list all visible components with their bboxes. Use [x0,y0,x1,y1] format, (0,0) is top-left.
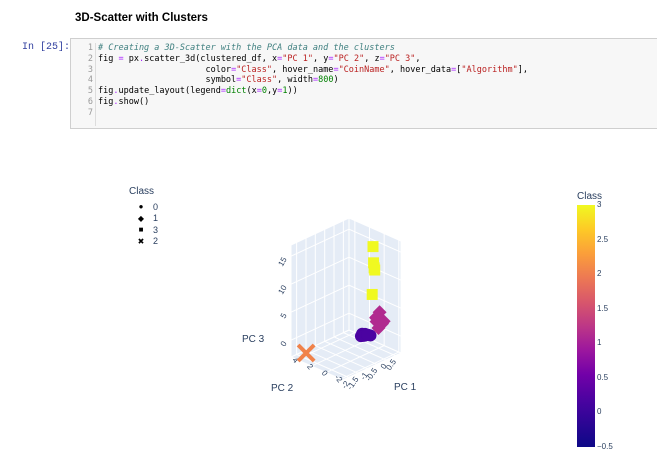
code-token: "PC 2" [333,53,365,64]
z-tick-label: 5 [279,311,289,320]
code-line: fig.show() [98,97,528,108]
code-token: ], [517,64,528,75]
code-token: "PC 1" [282,53,313,64]
data-point-class-3[interactable] [369,264,381,276]
colorbar-tick: 3 [597,200,602,209]
markdown-heading: 3D-Scatter with Clusters [75,12,208,24]
code-token: fig [98,53,119,64]
code-token: , hover_name [272,64,334,75]
colorbar [577,205,595,447]
y-axis-title: PC 2 [271,383,294,394]
line-number: 7 [87,107,93,118]
code-cell[interactable]: 1234567 # Creating a 3D-Scatter with the… [70,38,657,129]
line-number: 6 [87,96,93,107]
code-line: # Creating a 3D-Scatter with the PCA dat… [98,43,528,54]
colorbar-tick: −0.5 [597,442,613,451]
z-tick-label: 0 [279,339,289,348]
scatter-3d-plot[interactable]: -2-1.5-1-0.5 00.5-2024051015PC 1PC 2PC 3 [0,135,657,471]
code-token: )) [287,86,298,97]
code-token: # Creating a 3D-Scatter with the PCA dat… [98,43,395,53]
code-line: symbol="Class", width=800) [98,75,528,86]
code-line: fig.update_layout(legend=dict(x=0,y=1)) [98,86,528,97]
code-token: "Class" [241,75,278,86]
code-line: fig = px.scatter_3d(clustered_df, x="PC … [98,54,528,65]
cell-input-prompt: In [25]: [22,42,71,53]
code-token: "CoinName" [338,64,390,75]
code-token: "Algorithm" [461,64,518,75]
data-point-class-0[interactable] [361,328,374,341]
x-axis-title: PC 1 [394,382,417,393]
line-number-gutter: 1234567 [71,43,96,126]
colorbar-tick: 1.5 [597,303,609,313]
line-number: 4 [87,75,93,86]
code-token: "PC 3" [384,53,416,64]
code-line: color="Class", hover_name="CoinName", ho… [98,65,528,76]
code-token: , y [313,53,329,64]
code-token: , width [277,75,313,86]
colorbar-tick: 2 [597,269,602,279]
code-token: show() [118,96,150,107]
colorbar-tick: 2.5 [597,234,609,244]
line-number: 3 [87,64,93,75]
code-token: ) [333,75,339,86]
code-token: , [415,53,421,64]
line-number: 2 [87,53,93,64]
line-number: 5 [87,86,93,97]
code-token: ,y [266,86,278,97]
code-token: update_layout(legend [118,86,221,97]
code-token: dict [225,86,247,97]
data-point-class-3[interactable] [366,288,378,300]
code-token: , z [364,53,380,64]
code-token: 800 [318,75,334,86]
colorbar-tick: 0.5 [597,372,609,382]
code-token: , hover_data [389,64,452,75]
code-token: (x [246,86,257,97]
code-token: symbol [98,75,237,86]
z-axis-title: PC 3 [242,334,265,345]
code-editor[interactable]: # Creating a 3D-Scatter with the PCA dat… [98,43,528,119]
z-tick-label: 10 [276,283,289,296]
line-number: 1 [87,43,93,53]
colorbar-tick: 0 [597,407,602,417]
code-token: "Class" [236,64,273,75]
code-token: fig [98,96,114,107]
data-point-class-3[interactable] [367,241,379,253]
code-token: scatter_3d(clustered_df, x [144,53,278,64]
z-tick-label: 15 [276,255,289,268]
code-token: fig [98,86,114,97]
colorbar-tick: 1 [597,338,602,348]
code-token: color [98,64,232,75]
code-token: px [123,53,139,64]
